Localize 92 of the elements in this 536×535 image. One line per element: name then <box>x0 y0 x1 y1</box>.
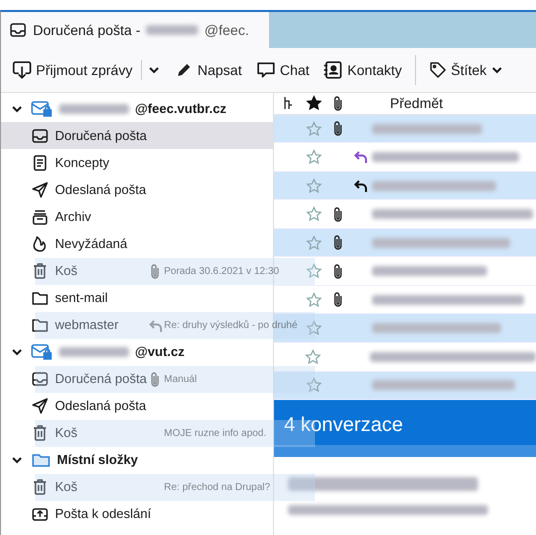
folder-name: Nevyžádaná <box>55 236 128 251</box>
folder-item[interactable]: webmaster <box>1 311 125 338</box>
send-icon <box>31 396 49 414</box>
message-row[interactable] <box>274 172 536 200</box>
folder-name: sent-mail <box>55 290 108 305</box>
folder-name: Koš <box>55 263 78 278</box>
get-messages-button[interactable]: Přijmout zprávy <box>7 56 138 84</box>
folder-name: webmaster <box>55 317 119 332</box>
message-row[interactable] <box>274 314 536 343</box>
folder-name: Koncepty <box>55 155 110 170</box>
mail-tab[interactable]: Doručená pošta - @feec. <box>1 12 269 48</box>
trash-icon <box>31 424 49 442</box>
paperclip-icon <box>332 291 344 308</box>
star-icon <box>304 348 321 365</box>
folder-item[interactable]: Pošta k odeslání <box>1 500 158 527</box>
send-icon <box>31 180 49 198</box>
inbox-icon <box>9 21 27 39</box>
drag-preview-subject: Manuál <box>164 374 197 385</box>
star-icon[interactable] <box>306 95 322 112</box>
message-row[interactable] <box>274 228 536 258</box>
contacts-button[interactable]: Kontakty <box>318 56 407 84</box>
message-row[interactable] <box>274 372 536 400</box>
account-name: @feec.vutbr.cz <box>135 101 226 116</box>
folder-item[interactable]: Odeslaná pošta <box>1 392 152 419</box>
folder-item[interactable]: sent-mail <box>1 284 114 311</box>
star-icon <box>306 149 322 166</box>
drag-preview-subject: MOJE ruzne info apod. <box>164 428 266 439</box>
star-icon <box>306 320 322 336</box>
archive-icon <box>31 208 49 226</box>
folder-name: Odeslaná pošta <box>55 182 146 197</box>
paperclip-icon <box>332 94 344 112</box>
account-row[interactable]: Místní složky <box>1 446 144 473</box>
tag-button[interactable]: Štítek <box>424 57 508 83</box>
folder-name: Pošta k odeslání <box>55 506 152 521</box>
account-name: @vut.cz <box>135 344 185 359</box>
address-book-icon <box>323 60 344 80</box>
star-icon <box>306 120 322 137</box>
trash-icon <box>31 478 49 496</box>
folder-item[interactable]: Koš <box>1 473 84 500</box>
folder-name: Odeslaná pošta <box>55 398 146 413</box>
folder-name: Doručená pošta <box>55 371 147 386</box>
folder-item[interactable]: Koš <box>1 257 84 284</box>
drag-preview-subject: Re: druhy výsledků - po druhé <box>164 320 298 331</box>
chat-button[interactable]: Chat <box>250 56 314 84</box>
reply-arrow-icon <box>149 318 163 332</box>
star-icon <box>306 377 322 394</box>
tab-title-account: @feec. <box>204 22 249 38</box>
reply-arrow-icon <box>354 178 368 193</box>
tab-title: Doručená pošta - <box>33 22 140 38</box>
tag-icon <box>428 61 447 79</box>
document-icon <box>31 154 49 172</box>
write-button[interactable]: Napsat <box>170 57 247 83</box>
chat-bubble-icon <box>256 60 276 80</box>
folder-item[interactable]: Odeslaná pošta <box>1 176 152 203</box>
folder-item[interactable]: Archiv <box>1 203 98 230</box>
star-icon <box>306 263 322 280</box>
account-name: Místní složky <box>57 452 138 467</box>
star-icon <box>306 206 322 222</box>
star-icon <box>306 292 322 308</box>
drag-preview-subject: Porada 30.6.2021 v 12:30 <box>164 266 280 277</box>
column-header[interactable]: Předmět <box>390 95 443 112</box>
folder-name: Doručená pošta <box>55 128 147 143</box>
folder-name: Archiv <box>55 209 92 224</box>
folder-name: Koš <box>55 479 78 494</box>
folder-item[interactable]: Koncepty <box>1 149 116 176</box>
star-icon <box>306 234 322 251</box>
paperclip-icon <box>149 263 161 280</box>
blurred-username <box>59 104 129 114</box>
mail-lock-icon <box>31 342 53 360</box>
trash-icon <box>31 262 49 280</box>
folder-item[interactable]: Nevyžádaná <box>1 230 134 257</box>
paperclip-icon <box>332 262 344 280</box>
paperclip-icon <box>332 120 344 138</box>
star-icon <box>306 178 322 194</box>
folder-name: Koš <box>55 425 78 440</box>
account-row[interactable]: @vut.cz <box>1 338 191 365</box>
mail-lock-icon <box>31 100 53 118</box>
inbox-icon <box>31 126 49 144</box>
paperclip-icon <box>332 234 344 252</box>
reply-arrow-icon <box>354 150 368 164</box>
inbox-icon <box>31 370 49 388</box>
blurred-username <box>59 346 129 356</box>
drag-preview-subject: Re: přechod na Drupal? <box>164 482 270 493</box>
thread-column-icon[interactable] <box>283 96 293 110</box>
paperclip-icon <box>332 206 344 223</box>
conversation-count: 4 konverzace <box>284 414 403 436</box>
folder-item[interactable]: Koš <box>1 419 84 446</box>
download-tray-icon <box>12 60 32 80</box>
paperclip-icon <box>149 371 161 388</box>
blurred-username <box>146 25 198 35</box>
account-row[interactable]: @feec.vutbr.cz <box>1 95 232 122</box>
folder-item[interactable]: Doručená pošta <box>1 365 153 392</box>
